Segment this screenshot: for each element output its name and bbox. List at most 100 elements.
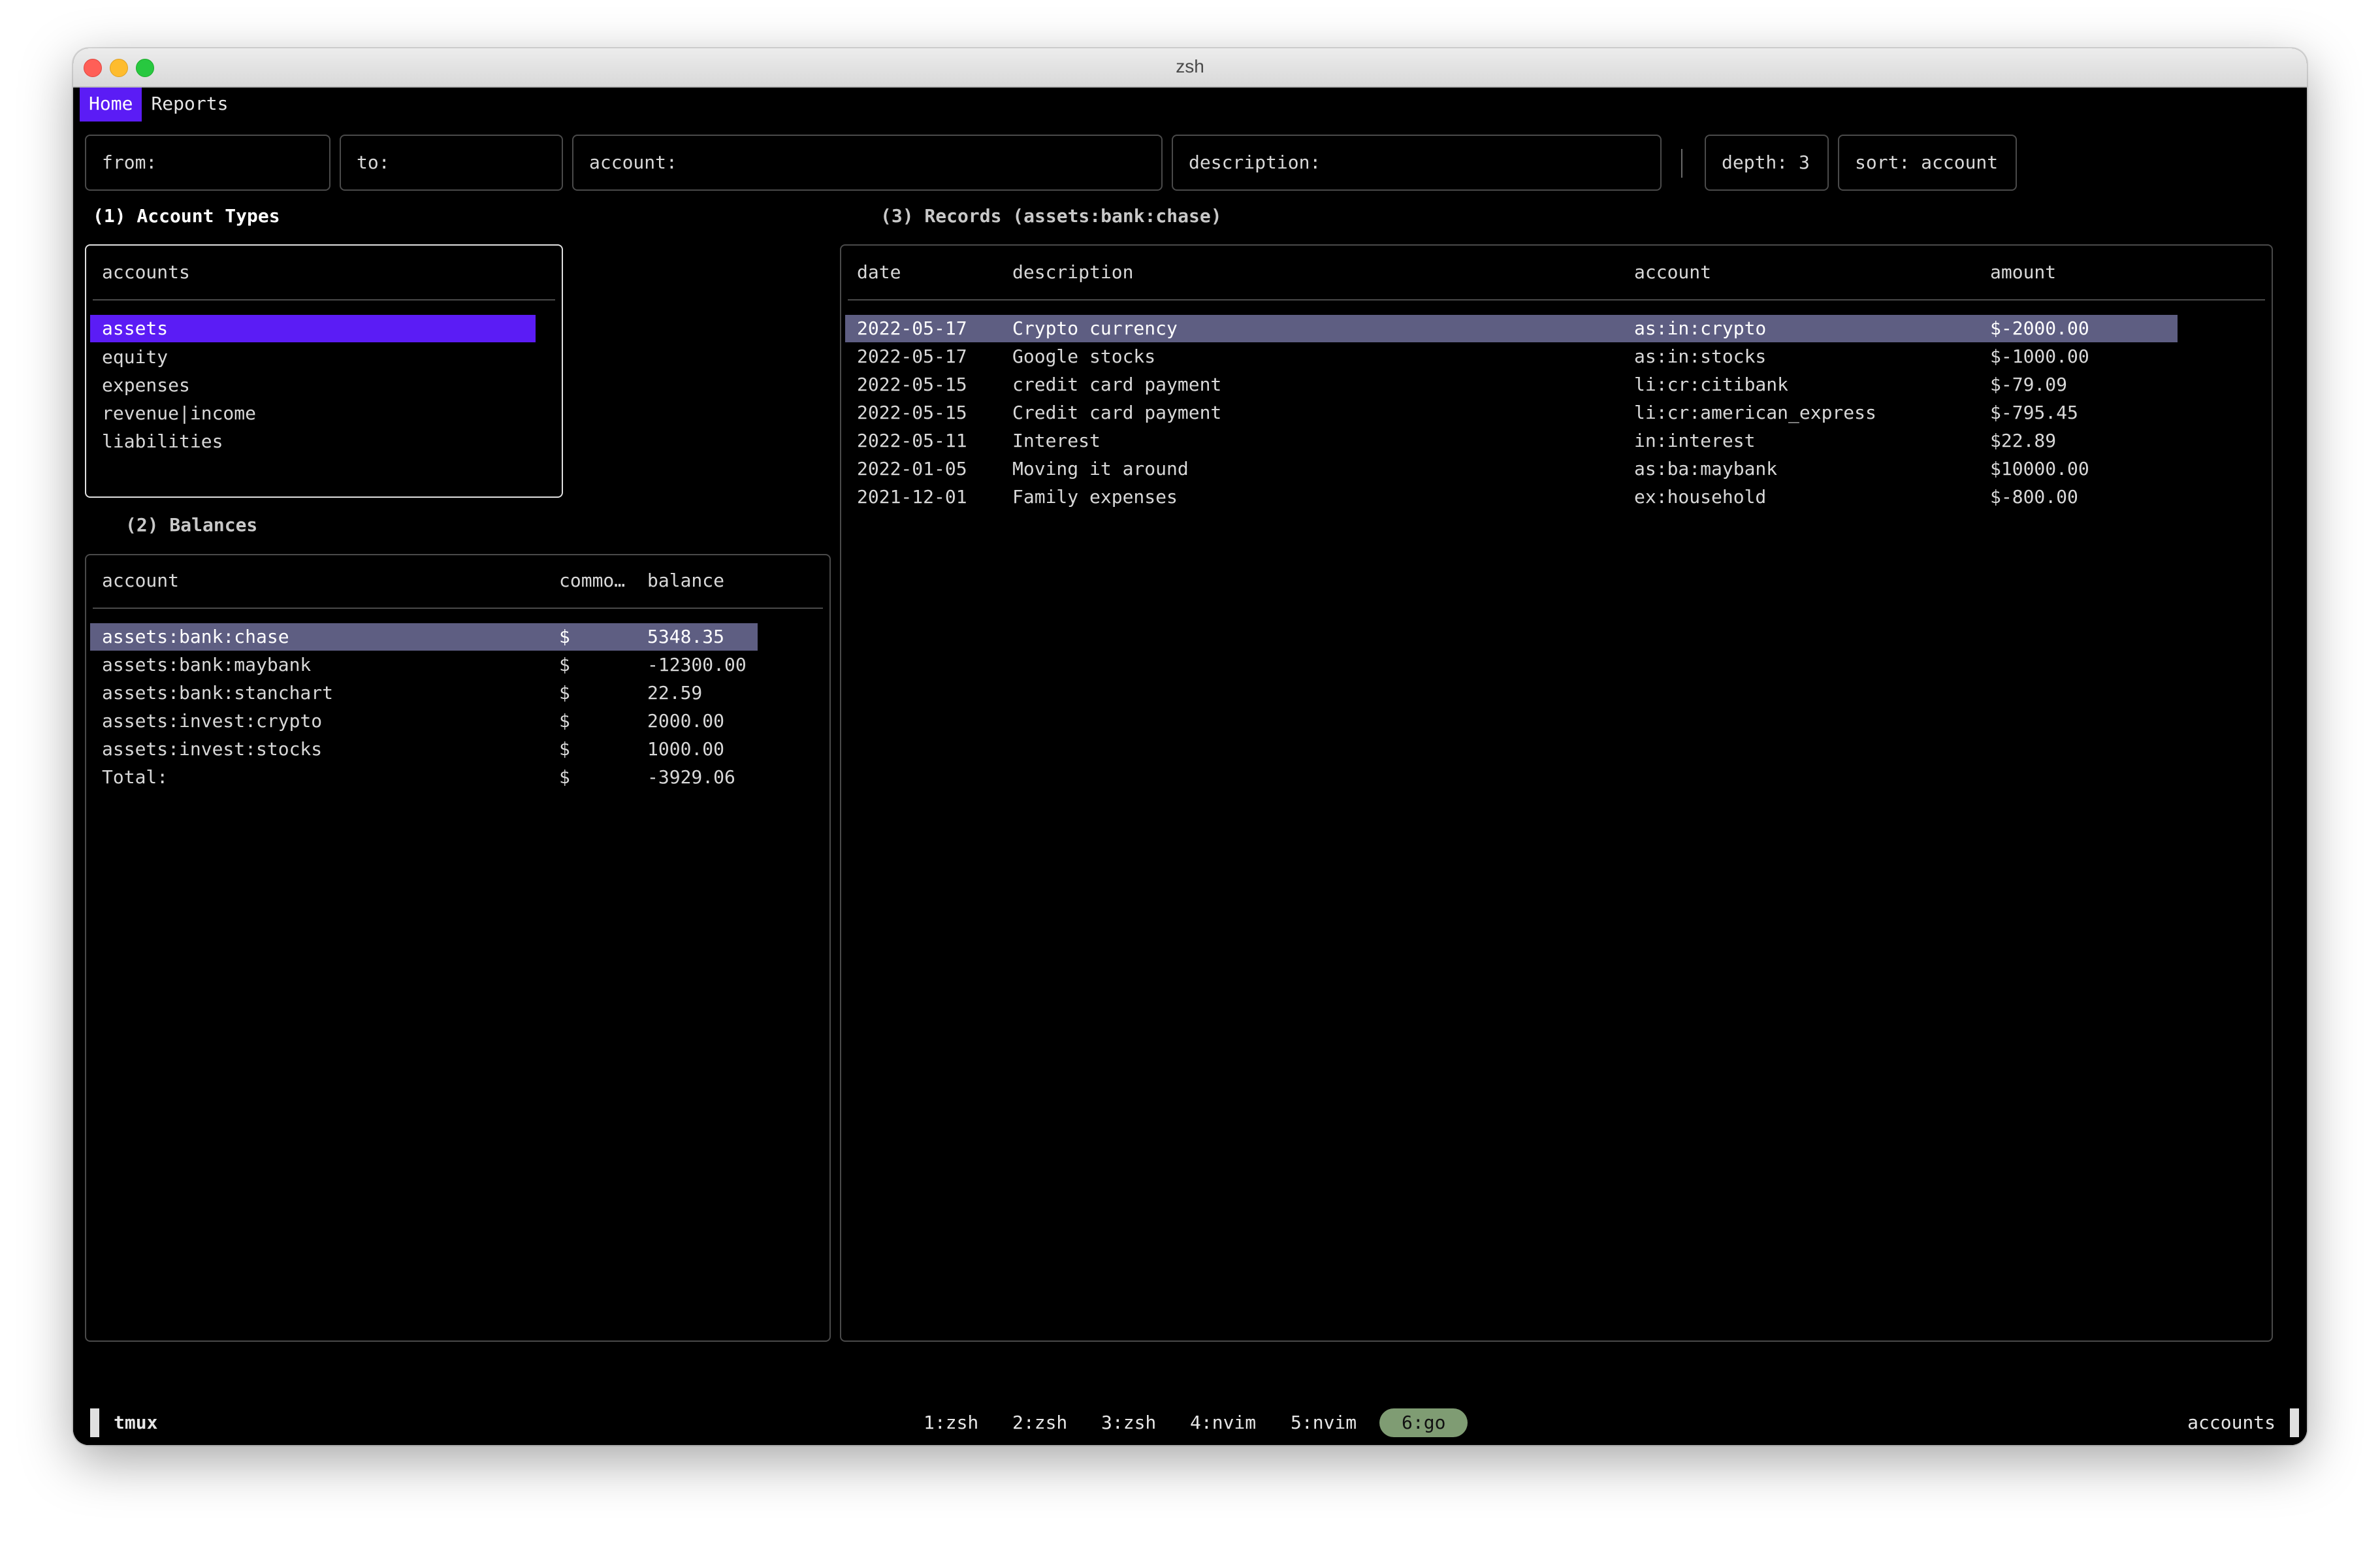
tmux-status-bar: tmux 1:zsh 2:zsh 3:zsh 4:nvim 5:nvim 6:g… [73, 1399, 2307, 1445]
record-row[interactable]: 2022-05-15 Credit card payment li:cr:ame… [845, 399, 2178, 427]
record-row[interactable]: 2022-05-17 Crypto currency as:in:crypto … [845, 315, 2178, 342]
record-row[interactable]: 2022-01-05 Moving it around as:ba:mayban… [845, 455, 2178, 483]
from-filter-input[interactable]: from: [85, 135, 330, 191]
tmux-window-tab-active[interactable]: 6:go [1379, 1408, 1468, 1437]
to-filter-input[interactable]: to: [340, 135, 563, 191]
record-amount: $-79.09 [1990, 374, 2068, 395]
balance-commodity: $ [559, 682, 570, 704]
column-header-commodity: commo… [559, 570, 626, 591]
tmux-window-tab[interactable]: 5:nvim [1291, 1408, 1357, 1437]
tmux-window-tab[interactable]: 4:nvim [1190, 1408, 1256, 1437]
filter-separator [1681, 149, 1682, 178]
column-header-description: description [1012, 261, 1134, 283]
balance-commodity: $ [559, 626, 570, 647]
account-type-item[interactable]: liabilities [102, 428, 223, 455]
account-type-item[interactable]: revenue|income [102, 400, 256, 427]
record-date: 2021-12-01 [857, 486, 967, 508]
record-row[interactable]: 2021-12-01 Family expenses ex:household … [845, 483, 2178, 511]
balance-account: Total: [102, 766, 169, 788]
tab-home[interactable]: Home [80, 88, 142, 122]
header-divider [848, 299, 2265, 300]
balances-header-row: account commo… balance [102, 567, 820, 594]
balance-account: assets:invest:stocks [102, 738, 323, 760]
balance-total-row: Total: $ -3929.06 [90, 764, 758, 791]
record-date: 2022-05-15 [857, 374, 967, 395]
terminal-window: zsh Home Reports from: to: account: desc… [73, 48, 2307, 1445]
record-description: Crypto currency [1012, 317, 1178, 339]
column-header-balance: balance [647, 570, 725, 591]
record-account: as:in:crypto [1634, 317, 1767, 339]
column-header-date: date [857, 261, 901, 283]
balance-row[interactable]: assets:invest:crypto $ 2000.00 [90, 707, 758, 735]
records-header-row: date description account amount [857, 259, 2228, 286]
record-row[interactable]: 2022-05-15 credit card payment li:cr:cit… [845, 371, 2178, 398]
record-account: in:interest [1634, 430, 1756, 451]
column-header-account: account [102, 570, 180, 591]
record-amount: $-795.45 [1990, 402, 2078, 423]
balance-row[interactable]: assets:bank:chase $ 5348.35 [90, 623, 758, 651]
record-account: li:cr:american_express [1634, 402, 1876, 423]
record-amount: $22.89 [1990, 430, 2057, 451]
account-type-item[interactable]: equity [102, 344, 168, 371]
balances-title: (2) Balances [125, 514, 258, 536]
record-date: 2022-01-05 [857, 458, 967, 479]
record-description: Credit card payment [1012, 402, 1222, 423]
column-header-account: account [1634, 261, 1712, 283]
description-filter-input[interactable]: description: [1172, 135, 1662, 191]
balance-account: assets:bank:stanchart [102, 682, 334, 704]
record-account: as:ba:maybank [1634, 458, 1778, 479]
balance-amount: -3929.06 [647, 766, 735, 788]
record-description: credit card payment [1012, 374, 1222, 395]
tmux-window-tab[interactable]: 3:zsh [1101, 1408, 1156, 1437]
record-account: li:cr:citibank [1634, 374, 1789, 395]
balance-account: assets:bank:maybank [102, 654, 312, 675]
header-divider [93, 608, 823, 609]
balance-account: assets:invest:crypto [102, 710, 323, 732]
account-types-panel: accounts assets equity expenses revenue|… [85, 244, 563, 498]
depth-selector[interactable]: depth: 3 [1705, 135, 1829, 191]
balance-amount: -12300.00 [647, 654, 747, 675]
record-description: Google stocks [1012, 346, 1156, 367]
session-name: tmux [114, 1412, 158, 1433]
balance-amount: 2000.00 [647, 710, 725, 732]
account-types-title: (1) Account Types [93, 205, 280, 227]
account-type-item[interactable]: assets [90, 315, 536, 342]
balance-row[interactable]: assets:bank:stanchart $ 22.59 [90, 679, 758, 707]
balance-amount: 5348.35 [647, 626, 725, 647]
record-row[interactable]: 2022-05-17 Google stocks as:in:stocks $-… [845, 343, 2178, 370]
balance-commodity: $ [559, 766, 570, 788]
balances-panel: account commo… balance assets:bank:chase… [85, 554, 831, 1342]
balance-amount: 1000.00 [647, 738, 725, 760]
account-type-item[interactable]: expenses [102, 372, 190, 399]
balance-account: assets:bank:chase [102, 626, 289, 647]
tmux-window-tab[interactable]: 2:zsh [1012, 1408, 1067, 1437]
record-description: Interest [1012, 430, 1101, 451]
header-divider [93, 299, 555, 300]
tmux-window-tab[interactable]: 1:zsh [924, 1408, 978, 1437]
balance-commodity: $ [559, 738, 570, 760]
sort-selector[interactable]: sort: account [1838, 135, 2017, 191]
record-amount: $-2000.00 [1990, 317, 2089, 339]
record-row[interactable]: 2022-05-11 Interest in:interest $22.89 [845, 427, 2178, 455]
record-date: 2022-05-15 [857, 402, 967, 423]
tab-bar: Home Reports [80, 88, 237, 122]
record-account: ex:household [1634, 486, 1767, 508]
balance-row[interactable]: assets:bank:maybank $ -12300.00 [90, 651, 758, 679]
account-filter-input[interactable]: account: [572, 135, 1163, 191]
records-title: (3) Records (assets:bank:chase) [880, 205, 1222, 227]
record-date: 2022-05-11 [857, 430, 967, 451]
balance-row[interactable]: assets:invest:stocks $ 1000.00 [90, 736, 758, 763]
balance-commodity: $ [559, 654, 570, 675]
record-description: Moving it around [1012, 458, 1189, 479]
record-account: as:in:stocks [1634, 346, 1767, 367]
terminal-area: Home Reports from: to: account: descript… [73, 88, 2307, 1445]
title-bar: zsh [73, 48, 2307, 88]
record-amount: $10000.00 [1990, 458, 2089, 479]
record-date: 2022-05-17 [857, 346, 967, 367]
record-description: Family expenses [1012, 486, 1178, 508]
records-panel: date description account amount 2022-05-… [840, 244, 2273, 1342]
record-amount: $-1000.00 [1990, 346, 2089, 367]
tab-reports[interactable]: Reports [142, 88, 237, 122]
balance-amount: 22.59 [647, 682, 703, 704]
status-right-marker [2290, 1408, 2299, 1437]
